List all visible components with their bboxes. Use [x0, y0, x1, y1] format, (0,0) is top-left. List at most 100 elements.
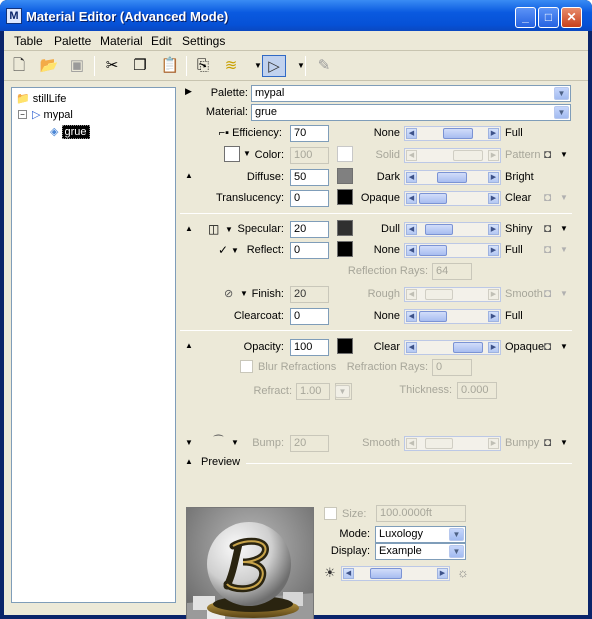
map-dropdown-icon[interactable]: ▼ — [560, 342, 568, 351]
arrow-right-icon[interactable]: ▶ — [437, 568, 448, 579]
maximize-button[interactable]: □ — [538, 7, 559, 28]
arrow-left-icon[interactable]: ◀ — [406, 150, 417, 161]
color-input[interactable]: 100 — [290, 147, 329, 164]
layers-icon[interactable]: ≋ — [220, 55, 242, 77]
reflect-slider[interactable]: ◀ ▶ — [404, 243, 501, 258]
translucency-slider[interactable]: ◀ ▶ — [404, 191, 501, 206]
display-select[interactable]: Example ▼ — [375, 543, 466, 560]
menu-table[interactable]: Table — [14, 34, 43, 48]
tree-node-root[interactable]: 📁 stillLife — [16, 92, 66, 105]
color-slider[interactable]: ◀ ▶ — [404, 148, 501, 163]
material-select[interactable]: grue ▼ — [251, 104, 571, 121]
minimize-button[interactable]: _ — [515, 7, 536, 28]
menu-palette[interactable]: Palette — [54, 34, 91, 48]
collapse-up-icon[interactable]: ▲ — [185, 224, 193, 233]
arrow-right-icon[interactable]: ▶ — [488, 245, 499, 256]
arrow-right-icon[interactable]: ▶ — [488, 342, 499, 353]
arrow-left-icon[interactable]: ◀ — [406, 172, 417, 183]
refraction-rays-input[interactable]: 0 — [432, 359, 472, 376]
clearcoat-input[interactable]: 0 — [290, 308, 329, 325]
refract-input[interactable]: 1.00 — [296, 383, 330, 400]
bump-slider[interactable]: ◀ ▶ — [404, 436, 501, 451]
opacity-input[interactable]: 100 — [290, 339, 329, 356]
specular-slider[interactable]: ◀ ▶ — [404, 222, 501, 237]
reflect-input[interactable]: 0 — [290, 242, 329, 259]
arrow-left-icon[interactable]: ◀ — [406, 128, 417, 139]
reflection-rays-input[interactable]: 64 — [432, 263, 472, 280]
efficiency-slider[interactable]: ◀ ▶ — [404, 126, 501, 141]
cube-map-icon[interactable]: ◘ — [544, 339, 560, 353]
bump-dropdown-icon[interactable]: ▼ — [231, 438, 239, 447]
slider-thumb[interactable] — [453, 342, 483, 353]
copy-icon[interactable]: ❐ — [129, 55, 151, 77]
menu-material[interactable]: Material — [100, 34, 143, 48]
slider-thumb[interactable] — [369, 568, 402, 579]
arrow-right-icon[interactable]: ▶ — [488, 193, 499, 204]
finish-slider[interactable]: ◀ ▶ — [404, 287, 501, 302]
map-dropdown-icon[interactable]: ▼ — [560, 150, 568, 159]
clearcoat-slider[interactable]: ◀ ▶ — [404, 309, 501, 324]
arrow-right-icon[interactable]: ▶ — [488, 289, 499, 300]
cube-map-icon[interactable]: ◘ — [544, 221, 560, 235]
cube-map-icon[interactable]: ◘ — [544, 286, 560, 300]
map-dropdown-icon[interactable]: ▼ — [560, 438, 568, 447]
assign-icon[interactable]: ⎘ — [192, 55, 214, 77]
arrow-right-icon[interactable]: ▶ — [488, 224, 499, 235]
arrow-left-icon[interactable]: ◀ — [343, 568, 354, 579]
slider-thumb[interactable] — [419, 193, 447, 204]
collapse-up-icon[interactable]: ▲ — [185, 171, 193, 180]
cut-icon[interactable]: ✂ — [101, 55, 123, 77]
new-icon[interactable]: 🗋 — [8, 55, 30, 77]
tree-node-material[interactable]: ◈ grue — [50, 125, 90, 139]
arrow-right-icon[interactable]: ▶ — [488, 128, 499, 139]
slider-thumb[interactable] — [443, 128, 473, 139]
blur-refractions-checkbox[interactable] — [240, 360, 253, 373]
title-bar[interactable]: M Material Editor (Advanced Mode) _ □ ✕ — [0, 0, 592, 31]
slider-thumb[interactable] — [453, 150, 483, 161]
cube-map-icon[interactable]: ◘ — [544, 147, 560, 161]
save-icon[interactable]: ▣ — [66, 55, 88, 77]
paste-icon[interactable]: 📋 — [159, 55, 181, 77]
collapse-up-icon[interactable]: ▲ — [185, 457, 193, 466]
size-input[interactable]: 100.0000ft — [376, 505, 466, 522]
mode-select[interactable]: Luxology ▼ — [375, 526, 466, 543]
menu-edit[interactable]: Edit — [151, 34, 172, 48]
translucency-input[interactable]: 0 — [290, 190, 329, 207]
diffuse-slider[interactable]: ◀ ▶ — [404, 170, 501, 185]
tree-node-palette[interactable]: ▷ mypal — [32, 108, 73, 121]
finish-input[interactable]: 20 — [290, 286, 329, 303]
arrow-right-icon[interactable]: ▶ — [488, 150, 499, 161]
expand-icon[interactable]: ▶ — [185, 86, 192, 97]
thickness-input[interactable]: 0.000 — [457, 382, 497, 399]
cube-map-icon[interactable]: ◘ — [544, 435, 560, 449]
close-button[interactable]: ✕ — [561, 7, 582, 28]
arrow-left-icon[interactable]: ◀ — [406, 224, 417, 235]
slider-thumb[interactable] — [425, 289, 453, 300]
reflect-dropdown-icon[interactable]: ▼ — [231, 246, 239, 255]
pointer-icon[interactable]: ▷ — [262, 55, 286, 77]
menu-settings[interactable]: Settings — [182, 34, 225, 48]
arrow-right-icon[interactable]: ▶ — [488, 438, 499, 449]
pointer-dropdown-icon[interactable]: ▼ — [290, 55, 312, 77]
slider-thumb[interactable] — [437, 172, 467, 183]
arrow-left-icon[interactable]: ◀ — [406, 438, 417, 449]
brightness-slider[interactable]: ◀ ▶ — [341, 566, 450, 581]
arrow-right-icon[interactable]: ▶ — [488, 311, 499, 322]
map-dropdown-icon[interactable]: ▼ — [560, 245, 568, 254]
slider-thumb[interactable] — [425, 438, 453, 449]
cube-map-icon[interactable]: ◘ — [544, 242, 560, 256]
slider-thumb[interactable] — [419, 245, 447, 256]
slider-thumb[interactable] — [425, 224, 453, 235]
color-checkbox[interactable] — [224, 146, 240, 162]
arrow-left-icon[interactable]: ◀ — [406, 193, 417, 204]
collapse-icon[interactable]: − — [18, 110, 27, 119]
apply-icon[interactable]: ✎ — [313, 55, 335, 77]
efficiency-input[interactable]: 70 — [290, 125, 329, 142]
arrow-right-icon[interactable]: ▶ — [488, 172, 499, 183]
collapse-up-icon[interactable]: ▲ — [185, 341, 193, 350]
map-dropdown-icon[interactable]: ▼ — [560, 289, 568, 298]
open-icon[interactable]: 📂 — [38, 55, 60, 77]
map-dropdown-icon[interactable]: ▼ — [560, 224, 568, 233]
material-tree[interactable]: 📁 stillLife − ▷ mypal ◈ grue — [11, 87, 176, 603]
arrow-left-icon[interactable]: ◀ — [406, 289, 417, 300]
